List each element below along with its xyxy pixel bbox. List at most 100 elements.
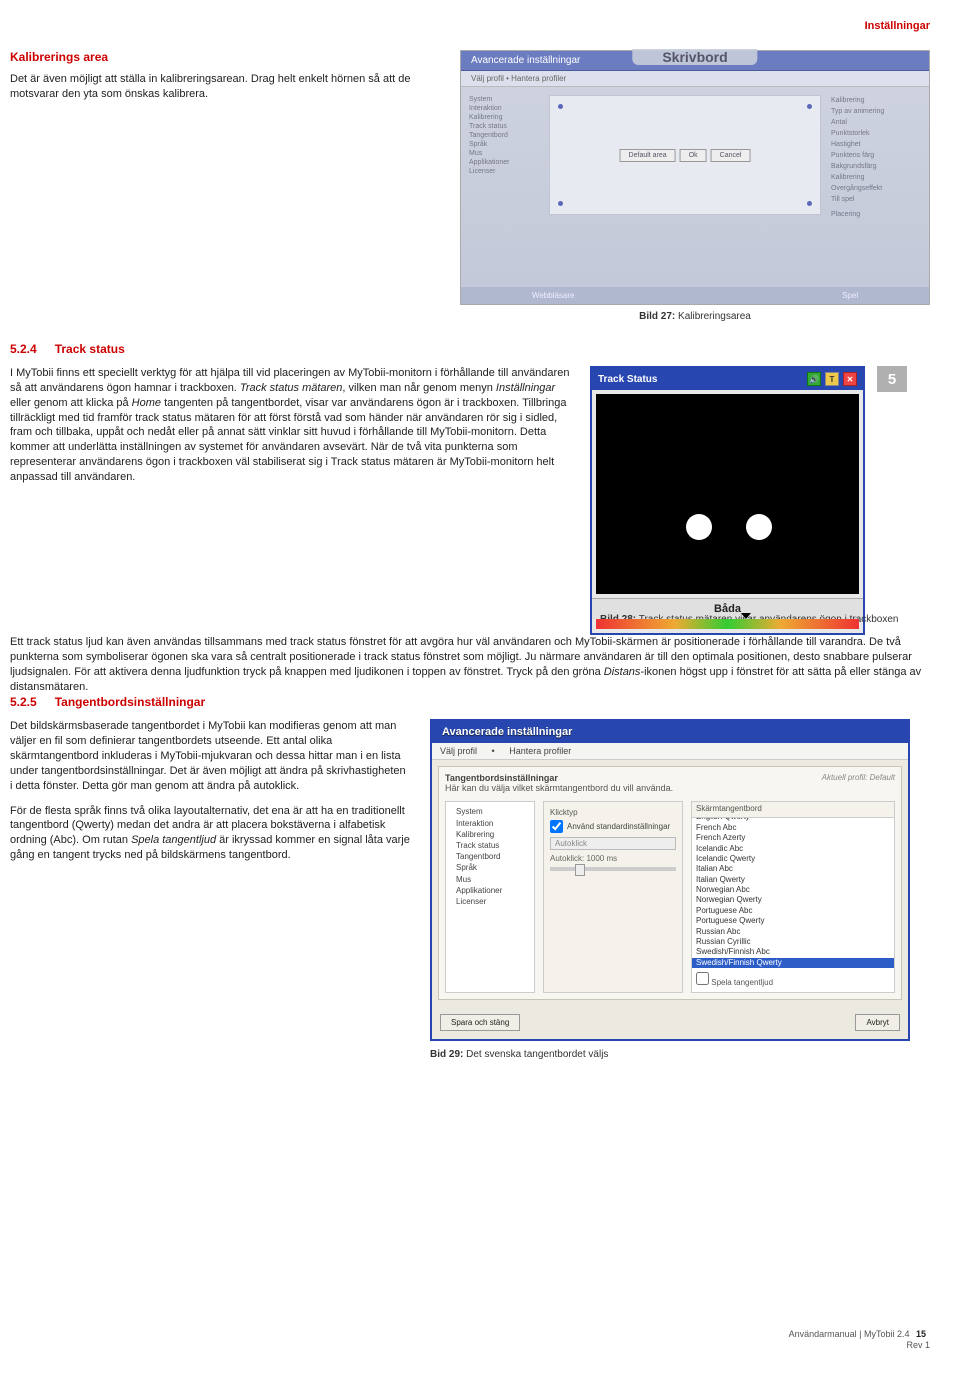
fig28-canvas	[596, 394, 859, 594]
fig29-btn-save[interactable]: Spara och stäng	[440, 1014, 520, 1031]
tree-item[interactable]: Språk	[469, 140, 539, 149]
fig27-btn-ok[interactable]: Ok	[680, 149, 707, 162]
fig28-gradient	[596, 619, 859, 629]
tree-item[interactable]: Tangentbord	[450, 851, 530, 862]
tree-item[interactable]: Språk	[450, 862, 530, 873]
footer-manual: Användarmanual | MyTobii 2.4	[789, 1329, 910, 1339]
fig27-app-title: Skrivbord	[632, 49, 757, 65]
right-item: Typ av animering	[831, 106, 921, 117]
sec524-heading: 5.2.4 Track status	[10, 342, 930, 356]
list-item[interactable]: Icelandic Qwerty	[692, 854, 894, 864]
fig27-btn-cancel[interactable]: Cancel	[711, 149, 751, 162]
kalib-row: Kalibrerings area Det är även möjligt at…	[10, 50, 930, 322]
kalib-para: Det är även möjligt att ställa in kalibr…	[10, 72, 440, 102]
footer-page: 15	[916, 1329, 926, 1341]
fig29-klick-head: Klicktyp	[550, 808, 676, 817]
list-item[interactable]: Italian Abc	[692, 864, 894, 874]
fig29-menu-item2[interactable]: Hantera profiler	[509, 746, 571, 756]
sound-icon[interactable]: 🔊	[807, 372, 821, 386]
right-item: Punktstorlek	[831, 128, 921, 139]
fig29-caption-label: Bid 29:	[430, 1049, 463, 1060]
tree-item[interactable]: Mus	[450, 874, 530, 885]
sec524-para1: I MyTobii finns ett speciellt verktyg fö…	[10, 366, 570, 485]
fig29-panel-sub: Här kan du välja vilket skärmtangentbord…	[445, 783, 673, 793]
fig29-menu-item1[interactable]: Välj profil	[440, 746, 477, 756]
list-item[interactable]: Norwegian Abc	[692, 885, 894, 895]
fig28-window: Track Status 🔊 T ✕ Båda	[590, 366, 865, 635]
fig29-menu-sep: •	[492, 746, 495, 756]
right-item: Bakgrundsfärg	[831, 161, 921, 172]
close-icon[interactable]: ✕	[843, 372, 857, 386]
tree-item[interactable]: Mus	[469, 149, 539, 158]
fig29-list: Skärmtangentbord Danish QwertyGerman Abc…	[691, 801, 895, 993]
fig27-right-panel: KalibreringTyp av animeringAntalPunktsto…	[831, 95, 921, 220]
list-item[interactable]: Norwegian Qwerty	[692, 895, 894, 905]
tree-item[interactable]: Kalibrering	[469, 113, 539, 122]
fig27-tree: SystemInteraktionKalibreringTrack status…	[469, 95, 539, 220]
list-item[interactable]: Swedish/Finnish Qwerty	[692, 958, 894, 968]
tree-item[interactable]: Licenser	[450, 896, 530, 907]
right-item: Placering	[831, 209, 921, 220]
right-item: Overgångseffekt	[831, 183, 921, 194]
page-header: Inställningar	[10, 20, 930, 32]
marker-tl	[558, 104, 563, 109]
fig27-caption: Bild 27: Kalibreringsarea	[460, 311, 930, 322]
tree-item[interactable]: Kalibrering	[450, 829, 530, 840]
fig27-footer: Webbläsare Spel	[461, 287, 929, 304]
list-item[interactable]: Icelandic Abc	[692, 844, 894, 854]
tree-item[interactable]: Track status	[469, 122, 539, 131]
fig29-tree[interactable]: SystemInteraktionKalibreringTrack status…	[445, 801, 535, 993]
footer-item[interactable]: Spel	[842, 291, 858, 300]
footer: Användarmanual | MyTobii 2.4 15 Rev 1	[789, 1329, 930, 1352]
tree-item[interactable]: Tangentbord	[469, 131, 539, 140]
tree-item[interactable]: Track status	[450, 840, 530, 851]
sec525-heading: 5.2.5 Tangentbordsinställningar	[10, 695, 930, 709]
list-item[interactable]: French Azerty	[692, 833, 894, 843]
fig27-btn-default[interactable]: Default area	[620, 149, 676, 162]
fig29-profile-label: Aktuell profil: Default	[822, 773, 895, 782]
fig29-list-check[interactable]: Spela tangentljud	[692, 968, 894, 992]
tree-item[interactable]: Licenser	[469, 167, 539, 176]
sec524-row: I MyTobii finns ett speciellt verktyg fö…	[10, 366, 930, 635]
sec524-title: Track status	[55, 342, 125, 356]
fig29-slider[interactable]	[550, 867, 676, 871]
fig29-klick-select[interactable]: Autoklick	[550, 837, 676, 850]
fig29-klick-check[interactable]: Använd standardinställningar	[550, 820, 676, 833]
eye-right	[746, 514, 772, 540]
list-item[interactable]: Italian Qwerty	[692, 875, 894, 885]
list-item[interactable]: French Abc	[692, 823, 894, 833]
list-item[interactable]: Swedish/Finnish Abc	[692, 947, 894, 957]
marker-bl	[558, 201, 563, 206]
fig29-list-body[interactable]: Danish QwertyGerman AbcGerman QwertyEngl…	[692, 818, 894, 968]
tree-item[interactable]: Interaktion	[469, 104, 539, 113]
checkbox-icon[interactable]	[550, 820, 563, 833]
fig29-menu[interactable]: Välj profil • Hantera profiler	[432, 743, 908, 760]
tree-item[interactable]: Interaktion	[450, 818, 530, 829]
fig29-btn-cancel[interactable]: Avbryt	[855, 1014, 900, 1031]
fig27-caption-label: Bild 27:	[639, 311, 675, 322]
sec525-title: Tangentbordsinställningar	[55, 695, 205, 709]
footer-item[interactable]: Webbläsare	[532, 291, 575, 300]
distance-icon[interactable]: T	[825, 372, 839, 386]
tree-item[interactable]: Applikationer	[450, 885, 530, 896]
fig28-titlebar: Track Status 🔊 T ✕	[592, 368, 863, 390]
tree-item[interactable]: System	[450, 806, 530, 817]
fig29-titlebar: Avancerade inställningar	[432, 721, 908, 743]
checkbox-icon[interactable]	[696, 972, 709, 985]
fig27-menu-bar: Välj profil • Hantera profiler	[461, 71, 929, 87]
sec524-num: 5.2.4	[10, 342, 37, 356]
list-item[interactable]: Portuguese Qwerty	[692, 916, 894, 926]
right-item: Kalibrering	[831, 95, 921, 106]
marker-tr	[807, 104, 812, 109]
list-item[interactable]: Portuguese Abc	[692, 906, 894, 916]
list-item[interactable]: Russian Abc	[692, 927, 894, 937]
sec525-row: Det bildskärmsbaserade tangentbordet i M…	[10, 719, 930, 1060]
right-item: Punktens färg	[831, 150, 921, 161]
fig27-calib-area: Default area Ok Cancel	[549, 95, 821, 215]
fig29-panel-title: Tangentbordsinställningar	[445, 773, 558, 783]
fig29-caption-text: Det svenska tangentbordet väljs	[466, 1049, 608, 1060]
sec525-para2: För de flesta språk finns två olika layo…	[10, 804, 410, 863]
tree-item[interactable]: Applikationer	[469, 158, 539, 167]
tree-item[interactable]: System	[469, 95, 539, 104]
list-item[interactable]: Russian Cyrillic	[692, 937, 894, 947]
